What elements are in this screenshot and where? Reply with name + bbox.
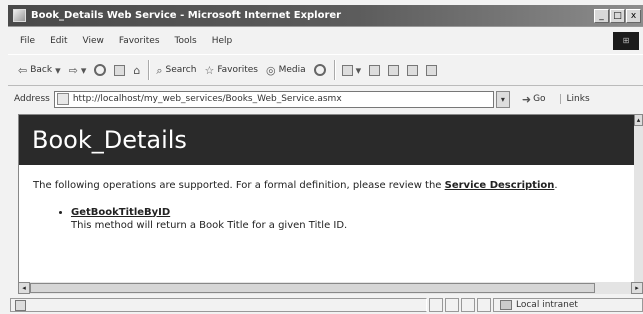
page-status-icon [15,299,26,311]
dropdown-arrow-icon[interactable]: ▾ [356,65,362,76]
refresh-button[interactable] [114,64,126,76]
list-item: GetBookTitleByID This method will return… [71,207,635,231]
mail-icon [341,64,353,76]
title-bar: Book_Details Web Service - Microsoft Int… [8,5,643,27]
service-description-link[interactable]: Service Description [445,180,555,191]
messenger-icon [426,64,438,76]
menu-bar: File Edit View Favorites Tools Help ⊞ [8,30,643,52]
vertical-scrollbar[interactable]: ▴ [634,114,643,282]
menu-help[interactable]: Help [212,36,233,46]
minimize-button[interactable]: _ [594,8,609,23]
go-label: Go [533,94,546,104]
menu-edit[interactable]: Edit [50,36,67,46]
intranet-zone-icon [500,300,512,310]
address-bar: Address http://localhost/my_web_services… [8,88,643,110]
intro-text: The following operations are supported. … [33,180,445,191]
mail-button[interactable]: ▾ [341,64,362,76]
messenger-button[interactable] [426,64,438,76]
operation-link[interactable]: GetBookTitleByID [71,207,170,218]
page-title: Book_Details [32,126,187,154]
scroll-right-icon[interactable]: ▸ [631,282,643,294]
windows-logo-icon: ⊞ [613,32,639,50]
edit-button[interactable] [388,64,400,76]
home-button[interactable]: ⌂ [133,65,140,76]
favorites-button[interactable]: ☆ Favorites [204,65,258,76]
edit-icon [388,64,400,76]
zone-label: Local intranet [516,300,578,310]
scroll-up-icon[interactable]: ▴ [634,114,643,126]
menu-favorites[interactable]: Favorites [119,36,160,46]
window-title: Book_Details Web Service - Microsoft Int… [31,10,342,21]
search-button[interactable]: ⌕ Search [156,65,196,76]
standard-toolbar: ⇦ Back ▾ ⇨ ▾ ⌂ ⌕ Search ☆ Favorites ◎ Me… [8,54,643,86]
address-url: http://localhost/my_web_services/Books_W… [72,94,342,104]
toolbar-separator [333,60,336,80]
search-label: Search [165,65,197,75]
back-button[interactable]: ⇦ Back ▾ [18,65,61,76]
media-button[interactable]: ◎ Media [266,65,306,76]
menu-tools[interactable]: Tools [175,36,197,46]
maximize-button[interactable]: □ [610,8,625,23]
intro-paragraph: The following operations are supported. … [19,165,635,193]
page-content: Book_Details The following operations ar… [18,114,635,283]
scroll-thumb[interactable] [30,283,595,293]
back-arrow-icon: ⇦ [18,63,28,77]
favorites-label: Favorites [217,65,258,75]
status-bar: Local intranet [8,296,643,314]
toolbar-separator [148,60,151,80]
forward-button[interactable]: ⇨ ▾ [69,65,87,76]
status-panel [461,298,475,312]
menu-file[interactable]: File [20,36,35,46]
page-icon [56,93,69,105]
stop-icon [94,64,107,76]
forward-arrow-icon: ⇨ [68,63,78,77]
scroll-track[interactable] [30,282,631,294]
window-controls: _ □ x [594,8,641,23]
horizontal-scrollbar[interactable]: ◂ ▸ [18,282,643,294]
refresh-icon [114,64,126,76]
home-icon: ⌂ [133,63,141,77]
discuss-icon [407,64,419,76]
status-panel [445,298,459,312]
back-label: Back [30,65,53,75]
page-header: Book_Details [19,115,635,165]
stop-button[interactable] [94,64,107,76]
close-button[interactable]: x [626,8,641,23]
security-zone-panel: Local intranet [493,298,643,312]
address-label: Address [14,94,50,104]
menu-view[interactable]: View [83,36,104,46]
status-panel [477,298,491,312]
search-icon: ⌕ [156,63,163,77]
dropdown-arrow-icon[interactable]: ▾ [81,65,87,76]
status-panel [429,298,443,312]
media-label: Media [278,65,306,75]
operation-description: This method will return a Book Title for… [71,219,348,231]
print-button[interactable] [369,64,381,76]
history-button[interactable] [313,64,326,76]
go-arrow-icon: ➜ [521,92,532,106]
scroll-left-icon[interactable]: ◂ [18,282,30,294]
links-button[interactable]: Links [559,94,590,104]
print-icon [369,64,381,76]
status-main-panel [10,298,427,312]
dropdown-arrow-icon[interactable]: ▾ [55,65,61,76]
address-input[interactable]: http://localhost/my_web_services/Books_W… [53,90,494,108]
history-icon [313,64,326,76]
ie-app-icon [13,9,26,22]
intro-end: . [554,180,558,191]
media-icon: ◎ [265,63,276,77]
address-dropdown-button[interactable]: ▾ [495,90,510,108]
favorites-icon: ☆ [204,63,215,77]
go-button[interactable]: ➜ Go [522,94,546,105]
operations-list: GetBookTitleByID This method will return… [71,207,635,231]
discuss-button[interactable] [407,64,419,76]
